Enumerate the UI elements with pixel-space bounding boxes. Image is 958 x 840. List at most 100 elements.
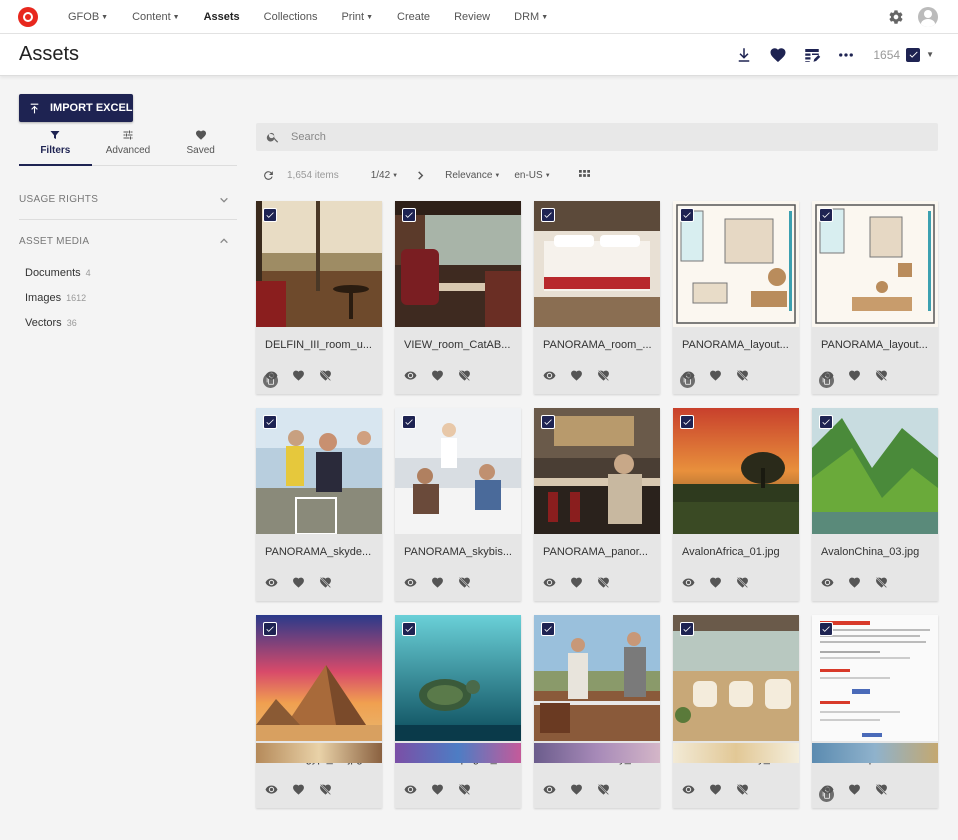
usage-rights-section[interactable]: USAGE RIGHTS	[19, 180, 237, 220]
eye-icon[interactable]	[265, 576, 278, 589]
heart-broken-icon[interactable]	[736, 576, 749, 589]
heart-broken-icon[interactable]	[736, 783, 749, 796]
favorite-button[interactable]	[761, 38, 795, 72]
asset-card[interactable]: AvalonGalapagos_0...	[395, 615, 521, 808]
asset-card[interactable]: AvalonAfrica_01.jpg	[673, 408, 799, 601]
heart-broken-icon[interactable]	[597, 369, 610, 382]
heart-broken-icon[interactable]	[458, 783, 471, 796]
asset-card[interactable]: AvalonIrrawaddy_0...	[673, 615, 799, 808]
heart-icon[interactable]	[292, 576, 305, 589]
search-input[interactable]	[291, 131, 891, 143]
heart-broken-icon[interactable]	[597, 576, 610, 589]
select-menu-chevron-down-icon[interactable]: ▼	[926, 50, 934, 59]
eye-icon[interactable]	[682, 576, 695, 589]
heart-icon[interactable]	[431, 576, 444, 589]
eye-icon[interactable]	[543, 783, 556, 796]
asset-card[interactable]: AvalonChina_03.jpg	[812, 408, 938, 601]
asset-media-section[interactable]: ASSET MEDIA	[19, 221, 237, 261]
import-excel-button[interactable]: IMPORT EXCEL	[19, 94, 133, 122]
asset-card-partial[interactable]	[534, 743, 660, 763]
asset-select-checkbox[interactable]	[263, 622, 277, 636]
locale-selector[interactable]: en-US ▼	[514, 170, 550, 181]
eye-icon[interactable]	[821, 576, 834, 589]
heart-broken-icon[interactable]	[875, 369, 888, 382]
nav-item-create[interactable]: Create	[397, 11, 430, 23]
asset-select-checkbox[interactable]	[263, 208, 277, 222]
chevron-right-icon[interactable]	[416, 170, 425, 180]
page-selector[interactable]: 1/42 ▼	[371, 170, 398, 181]
heart-broken-icon[interactable]	[736, 369, 749, 382]
asset-select-checkbox[interactable]	[263, 415, 277, 429]
asset-select-checkbox[interactable]	[819, 208, 833, 222]
heart-icon[interactable]	[431, 783, 444, 796]
asset-card[interactable]: PANORAMA_room_...	[534, 201, 660, 394]
facet-images[interactable]: Images 1612	[25, 292, 86, 304]
nav-item-assets[interactable]: Assets	[204, 11, 240, 23]
asset-card-partial[interactable]	[256, 743, 382, 763]
asset-select-checkbox[interactable]	[402, 208, 416, 222]
eye-icon[interactable]	[404, 369, 417, 382]
asset-select-checkbox[interactable]	[402, 415, 416, 429]
nav-item-drm[interactable]: DRM ▼	[514, 11, 548, 23]
nav-item-collections[interactable]: Collections	[264, 11, 318, 23]
eye-icon[interactable]	[821, 369, 834, 382]
asset-card-partial[interactable]	[812, 743, 938, 763]
heart-icon[interactable]	[848, 576, 861, 589]
asset-select-checkbox[interactable]	[680, 622, 694, 636]
nav-item-content[interactable]: Content ▼	[132, 11, 179, 23]
eye-icon[interactable]	[682, 783, 695, 796]
heart-icon[interactable]	[848, 369, 861, 382]
tab-advanced[interactable]: Advanced	[92, 129, 165, 165]
eye-icon[interactable]	[682, 369, 695, 382]
heart-icon[interactable]	[709, 783, 722, 796]
eye-icon[interactable]	[404, 783, 417, 796]
eye-icon[interactable]	[821, 783, 834, 796]
sort-selector[interactable]: Relevance ▼	[445, 170, 500, 181]
download-button[interactable]	[727, 38, 761, 72]
grid-view-icon[interactable]	[578, 169, 590, 181]
asset-card[interactable]: AvalonIrrawaddy_0...	[534, 615, 660, 808]
asset-card[interactable]: PANORAMA_skyde...	[256, 408, 382, 601]
asset-card[interactable]: VIEW_room_CatAB...	[395, 201, 521, 394]
nav-item-gfob[interactable]: GFOB ▼	[68, 11, 108, 23]
asset-card[interactable]: AvalonEgypt_01.jpg	[256, 615, 382, 808]
edit-metadata-button[interactable]	[795, 38, 829, 72]
asset-card[interactable]: PANORAMA_layout...	[812, 201, 938, 394]
asset-card-partial[interactable]	[395, 743, 521, 763]
asset-card[interactable]: PANORAMA_panor...	[534, 408, 660, 601]
select-all-checkbox[interactable]	[906, 47, 921, 62]
heart-icon[interactable]	[431, 369, 444, 382]
asset-select-checkbox[interactable]	[541, 622, 555, 636]
user-avatar[interactable]	[918, 6, 938, 27]
gear-icon[interactable]	[888, 9, 904, 25]
eye-icon[interactable]	[404, 576, 417, 589]
nav-item-print[interactable]: Print ▼	[341, 11, 373, 23]
facet-documents[interactable]: Documents 4	[25, 267, 91, 279]
heart-icon[interactable]	[292, 783, 305, 796]
heart-broken-icon[interactable]	[319, 783, 332, 796]
more-options-button[interactable]	[829, 38, 863, 72]
heart-icon[interactable]	[848, 783, 861, 796]
refresh-icon[interactable]	[262, 169, 275, 182]
heart-broken-icon[interactable]	[458, 369, 471, 382]
heart-icon[interactable]	[570, 576, 583, 589]
asset-card[interactable]: PANORAMA_layout...	[673, 201, 799, 394]
eye-icon[interactable]	[265, 369, 278, 382]
tab-filters[interactable]: Filters	[19, 129, 92, 166]
asset-select-checkbox[interactable]	[402, 622, 416, 636]
heart-broken-icon[interactable]	[597, 783, 610, 796]
heart-icon[interactable]	[570, 783, 583, 796]
facet-vectors[interactable]: Vectors 36	[25, 317, 77, 329]
asset-select-checkbox[interactable]	[541, 415, 555, 429]
asset-card[interactable]: DELFIN_III_room_u...	[256, 201, 382, 394]
asset-card[interactable]: MFA Setup Instructi...	[812, 615, 938, 808]
eye-icon[interactable]	[265, 783, 278, 796]
heart-broken-icon[interactable]	[319, 369, 332, 382]
tab-saved[interactable]: Saved	[164, 129, 237, 165]
heart-broken-icon[interactable]	[875, 576, 888, 589]
asset-card-partial[interactable]	[673, 743, 799, 763]
asset-select-checkbox[interactable]	[680, 415, 694, 429]
heart-broken-icon[interactable]	[875, 783, 888, 796]
asset-select-checkbox[interactable]	[819, 622, 833, 636]
nav-item-review[interactable]: Review	[454, 11, 490, 23]
